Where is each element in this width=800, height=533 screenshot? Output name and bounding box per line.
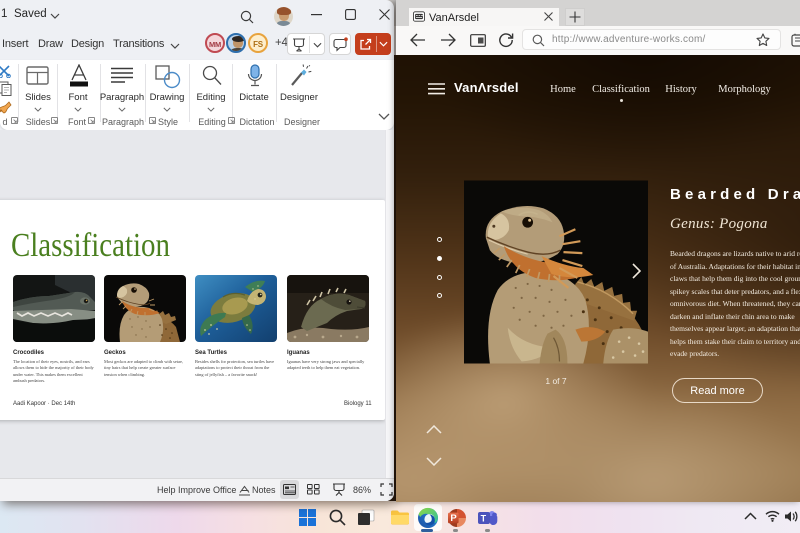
svg-text:P: P xyxy=(450,513,457,524)
svg-text:T: T xyxy=(481,513,487,523)
